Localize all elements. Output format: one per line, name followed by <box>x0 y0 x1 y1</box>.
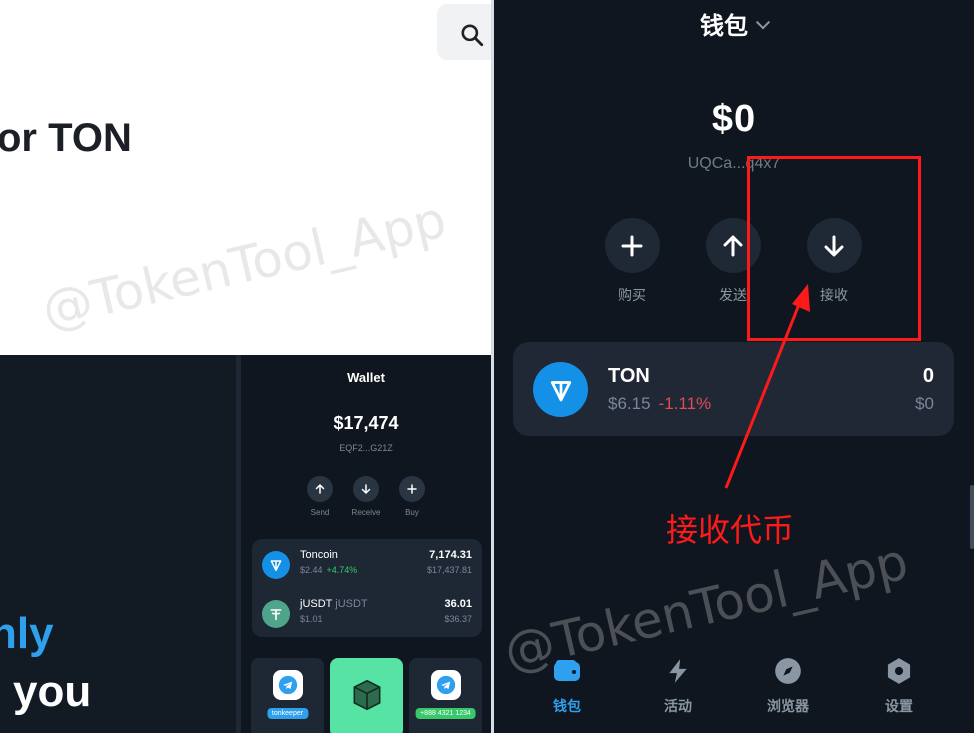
screenshot-stage: or TON nly you Wallet $17,474 EQF2...G21… <box>0 0 974 733</box>
annotation-arrow-icon <box>724 284 810 489</box>
annotation-label: 接收代币 <box>666 512 795 548</box>
